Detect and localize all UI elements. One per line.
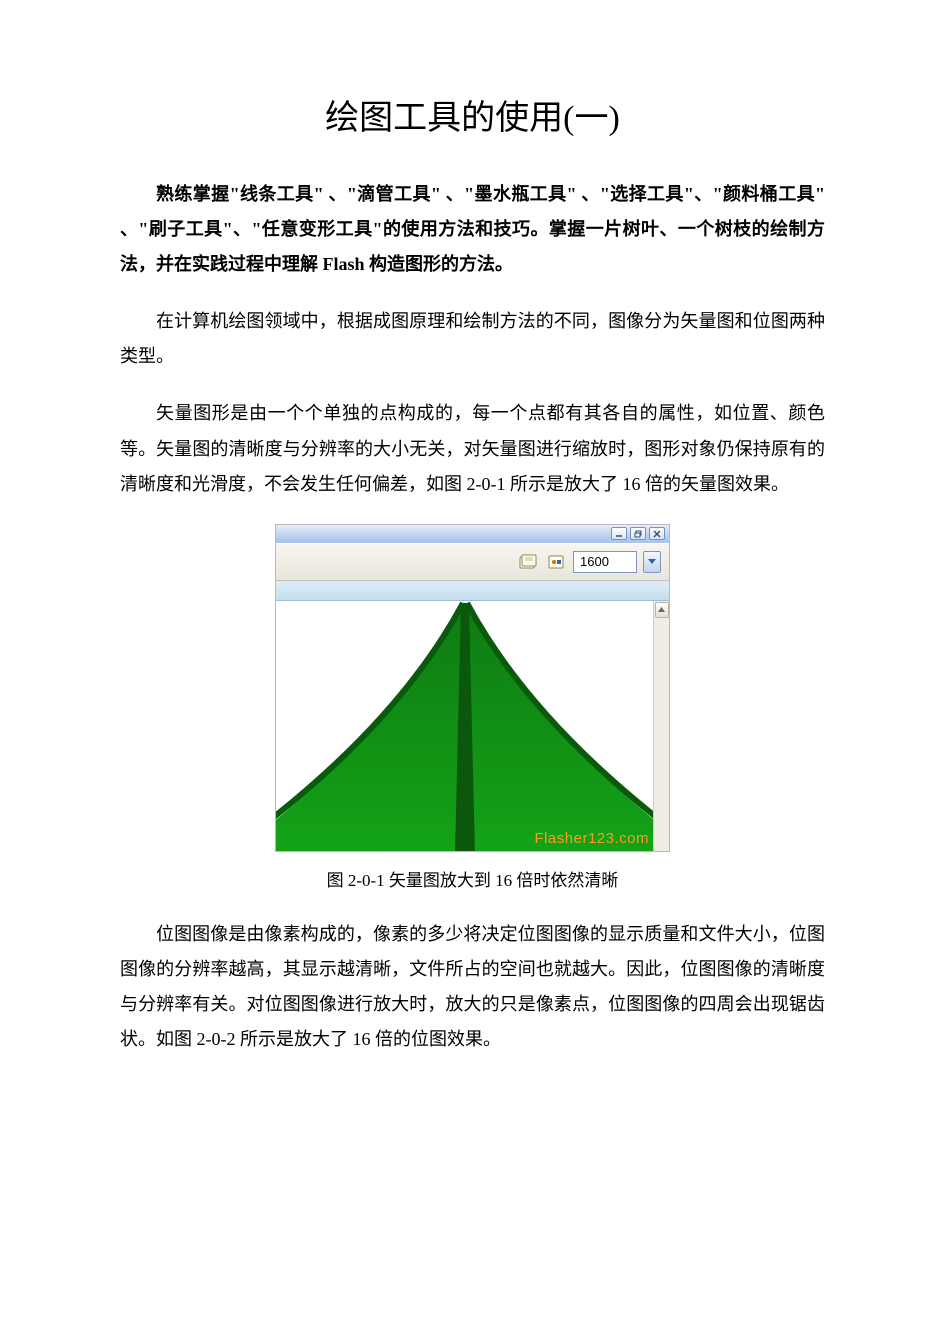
scene-icon[interactable] [517, 551, 539, 573]
vertical-scrollbar[interactable] [653, 601, 669, 851]
flash-window-screenshot: 1600 [275, 524, 670, 852]
chevron-up-icon [658, 607, 665, 612]
window-toolbar: 1600 [276, 543, 669, 581]
chevron-down-icon [648, 559, 656, 565]
scroll-up-button[interactable] [655, 602, 669, 618]
zoom-input[interactable]: 1600 [573, 551, 637, 573]
timeline-strip [276, 581, 669, 601]
intro-paragraph: 熟练掌握"线条工具" 、"滴管工具" 、"墨水瓶工具" 、"选择工具"、"颜料桶… [120, 177, 825, 282]
figure-caption-1: 图 2-0-1 矢量图放大到 16 倍时依然清晰 [120, 866, 825, 891]
page-title: 绘图工具的使用(一) [120, 90, 825, 139]
figure-container: 1600 [120, 524, 825, 852]
document-page: 绘图工具的使用(一) 熟练掌握"线条工具" 、"滴管工具" 、"墨水瓶工具" 、… [0, 0, 945, 1337]
minimize-button[interactable] [611, 527, 627, 540]
zoom-dropdown-button[interactable] [643, 551, 661, 573]
body-paragraph-3: 位图图像是由像素构成的，像素的多少将决定位图图像的显示质量和文件大小，位图图像的… [120, 917, 825, 1057]
body-paragraph-1: 在计算机绘图领域中，根据成图原理和绘制方法的不同，图像分为矢量图和位图两种类型。 [120, 304, 825, 374]
body-paragraph-2: 矢量图形是由一个个单独的点构成的，每一个点都有其各自的属性，如位置、颜色等。矢量… [120, 396, 825, 501]
window-titlebar [276, 525, 669, 543]
symbol-icon[interactable] [545, 551, 567, 573]
watermark-text: Flasher123.com [534, 830, 649, 847]
close-button[interactable] [649, 527, 665, 540]
vector-leaf-graphic [276, 601, 653, 851]
stage-canvas: Flasher123.com [276, 601, 669, 851]
restore-button[interactable] [630, 527, 646, 540]
